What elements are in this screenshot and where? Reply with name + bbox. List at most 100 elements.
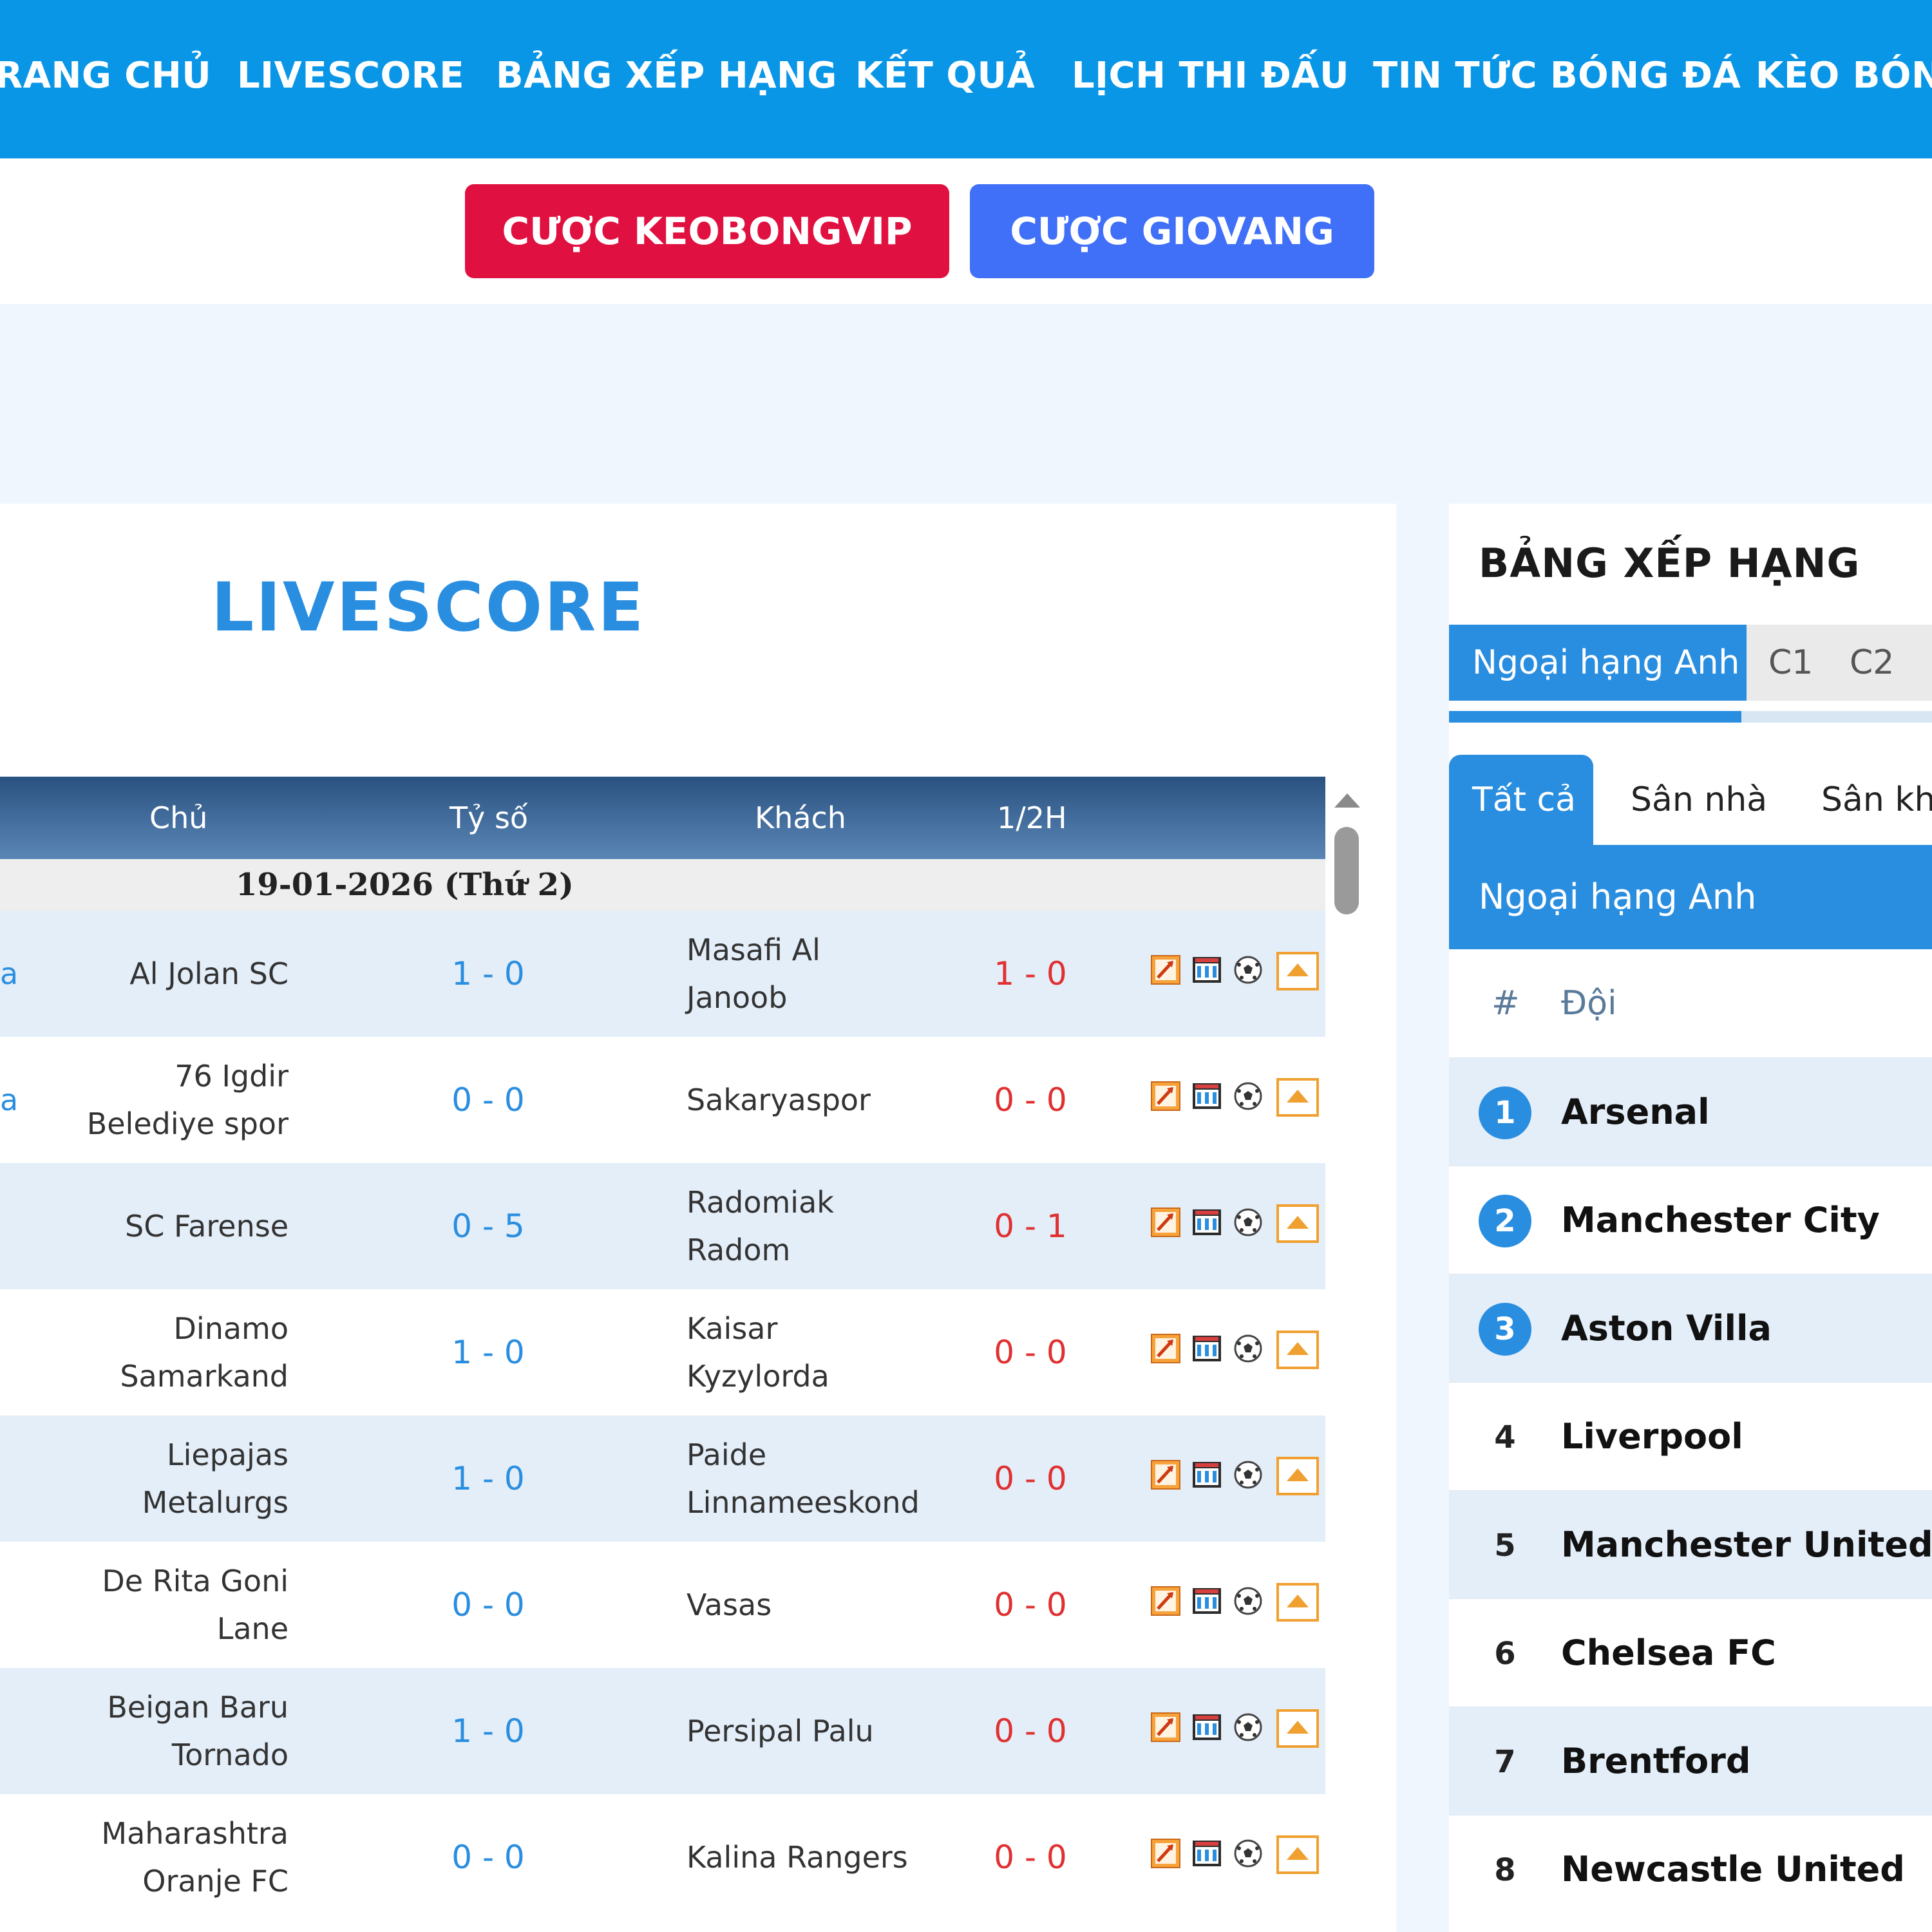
odds-chart-icon[interactable] xyxy=(1150,1333,1181,1364)
tab-away[interactable]: Sân kha xyxy=(1821,755,1932,845)
nav-betting-odds[interactable]: KÈO BÓNG xyxy=(1756,50,1932,102)
standings-row[interactable]: 6 Chelsea FC xyxy=(1449,1598,1932,1707)
away-team[interactable]: Sakaryaspor xyxy=(687,1037,944,1163)
away-team[interactable]: Vasas xyxy=(687,1542,944,1668)
expand-up-icon[interactable] xyxy=(1276,1331,1319,1369)
home-team[interactable]: 76 Igdir Belediye spor xyxy=(64,1037,289,1163)
standings-row[interactable]: 4 Liverpool xyxy=(1449,1382,1932,1490)
scroll-up-arrow-icon[interactable] xyxy=(1333,791,1361,810)
soccer-ball-icon[interactable] xyxy=(1233,954,1264,985)
match-score[interactable]: 0 - 5 xyxy=(425,1163,551,1289)
match-row[interactable]: Dinamo Samarkand 1 - 0 Kaisar Kyzylorda 0 - 0 xyxy=(0,1289,1325,1416)
match-row[interactable]: Beigan Baru Tornado 1 - 0 Persipal Palu 0 - … xyxy=(0,1668,1325,1794)
expand-up-icon[interactable] xyxy=(1276,1457,1319,1495)
nav-schedule[interactable]: LỊCH THI ĐẤU xyxy=(1072,50,1349,102)
away-team[interactable]: Radomiak Radom xyxy=(687,1163,944,1289)
match-score[interactable]: 0 - 0 xyxy=(425,1542,551,1668)
home-team[interactable]: De Rita Goni Lane xyxy=(64,1542,289,1668)
home-team[interactable]: Liepajas Metalurgs xyxy=(64,1416,289,1542)
tab-premier-league[interactable]: Ngoại hạng Anh xyxy=(1449,625,1747,701)
match-score[interactable]: 1 - 0 xyxy=(425,1416,551,1542)
team-name[interactable]: Arsenal xyxy=(1561,1058,1710,1166)
nav-livescore[interactable]: LIVESCORE xyxy=(237,50,464,102)
odds-chart-icon[interactable] xyxy=(1150,1081,1181,1112)
match-score[interactable]: 1 - 0 xyxy=(425,1289,551,1416)
standings-row[interactable]: 2 Manchester City xyxy=(1449,1166,1932,1274)
soccer-ball-icon[interactable] xyxy=(1233,1586,1264,1616)
expand-up-icon[interactable] xyxy=(1276,952,1319,990)
team-name[interactable]: Manchester United xyxy=(1561,1491,1932,1599)
expand-up-icon[interactable] xyxy=(1276,1709,1319,1748)
stats-table-icon[interactable] xyxy=(1191,1586,1222,1616)
away-team[interactable]: Paide Linnameeskond xyxy=(687,1416,944,1542)
standings-row[interactable]: 8 Newcastle United xyxy=(1449,1815,1932,1923)
standings-row[interactable]: 7 Brentford xyxy=(1449,1707,1932,1815)
odds-chart-icon[interactable] xyxy=(1150,1712,1181,1743)
away-team[interactable]: Masafi Al Janoob xyxy=(687,911,944,1037)
match-score[interactable]: 1 - 0 xyxy=(425,1668,551,1794)
team-name[interactable]: Brentford xyxy=(1561,1707,1751,1815)
stats-table-icon[interactable] xyxy=(1191,1459,1222,1490)
nav-news[interactable]: TIN TỨC BÓNG ĐÁ xyxy=(1373,50,1741,102)
nav-results[interactable]: KẾT QUẢ xyxy=(855,50,1035,102)
away-team[interactable]: Kaisar Kyzylorda xyxy=(687,1289,944,1416)
tab-c2[interactable]: C2 xyxy=(1850,625,1894,701)
home-team[interactable]: Dinamo Samarkand xyxy=(64,1289,289,1416)
expand-up-icon[interactable] xyxy=(1276,1835,1319,1874)
stats-table-icon[interactable] xyxy=(1191,954,1222,985)
match-score[interactable]: 0 - 0 xyxy=(425,1037,551,1163)
home-team[interactable]: Beigan Baru Tornado xyxy=(64,1668,289,1794)
soccer-ball-icon[interactable] xyxy=(1233,1333,1264,1364)
standings-row[interactable]: 3 Aston Villa xyxy=(1449,1274,1932,1382)
league-indicator[interactable]: a xyxy=(0,911,18,1037)
match-row[interactable]: SC Farense 0 - 5 Radomiak Radom 0 - 1 xyxy=(0,1163,1325,1289)
home-team[interactable]: SC Farense xyxy=(64,1163,289,1289)
stats-table-icon[interactable] xyxy=(1191,1712,1222,1743)
scrollbar-thumb[interactable] xyxy=(1334,827,1359,914)
match-row[interactable]: Liepajas Metalurgs 1 - 0 Paide Linnameeskond… xyxy=(0,1416,1325,1542)
tab-all[interactable]: Tất cả xyxy=(1449,755,1593,845)
home-team[interactable]: Al Jolan SC xyxy=(64,911,289,1037)
soccer-ball-icon[interactable] xyxy=(1233,1207,1264,1238)
odds-chart-icon[interactable] xyxy=(1150,1459,1181,1490)
standings-row[interactable]: 5 Manchester United xyxy=(1449,1490,1932,1598)
home-team[interactable]: Maharashtra Oranje FC xyxy=(64,1794,289,1920)
stats-table-icon[interactable] xyxy=(1191,1333,1222,1364)
expand-up-icon[interactable] xyxy=(1276,1204,1319,1243)
soccer-ball-icon[interactable] xyxy=(1233,1712,1264,1743)
match-score[interactable]: 0 - 0 xyxy=(425,1794,551,1920)
odds-chart-icon[interactable] xyxy=(1150,1838,1181,1869)
stats-table-icon[interactable] xyxy=(1191,1207,1222,1238)
soccer-ball-icon[interactable] xyxy=(1233,1081,1264,1112)
match-row[interactable]: a Al Jolan SC 1 - 0 Masafi Al Janoob 1 - 0 xyxy=(0,911,1325,1037)
team-name[interactable]: Newcastle United xyxy=(1561,1815,1905,1924)
team-name[interactable]: Aston Villa xyxy=(1561,1274,1772,1383)
promo-keobongvip-button[interactable]: CƯỢC KEOBONGVIP xyxy=(465,184,949,278)
nav-standings[interactable]: BẢNG XẾP HẠNG xyxy=(496,50,837,102)
league-tab-scroll-indicator[interactable] xyxy=(1449,711,1932,723)
odds-chart-icon[interactable] xyxy=(1150,1207,1181,1238)
odds-chart-icon[interactable] xyxy=(1150,1586,1181,1616)
soccer-ball-icon[interactable] xyxy=(1233,1838,1264,1869)
tab-c1[interactable]: C1 xyxy=(1768,625,1813,701)
stats-table-icon[interactable] xyxy=(1191,1081,1222,1112)
soccer-ball-icon[interactable] xyxy=(1233,1459,1264,1490)
expand-up-icon[interactable] xyxy=(1276,1078,1319,1117)
match-row[interactable]: Maharashtra Oranje FC 0 - 0 Kalina Rangers 0… xyxy=(0,1794,1325,1920)
league-indicator[interactable]: a xyxy=(0,1037,18,1163)
match-row[interactable]: De Rita Goni Lane 0 - 0 Vasas 0 - 0 xyxy=(0,1542,1325,1668)
promo-giovang-button[interactable]: CƯỢC GIOVANG xyxy=(970,184,1374,278)
expand-up-icon[interactable] xyxy=(1276,1583,1319,1622)
match-row[interactable]: a 76 Igdir Belediye spor 0 - 0 Sakaryaspor 0 … xyxy=(0,1037,1325,1163)
tab-home[interactable]: Sân nhà xyxy=(1631,755,1767,845)
stats-table-icon[interactable] xyxy=(1191,1838,1222,1869)
nav-home[interactable]: RANG CHỦ xyxy=(0,50,211,102)
match-score[interactable]: 1 - 0 xyxy=(425,911,551,1037)
team-name[interactable]: Liverpool xyxy=(1561,1383,1743,1491)
team-name[interactable]: Chelsea FC xyxy=(1561,1599,1776,1707)
team-name[interactable]: Manchester City xyxy=(1561,1166,1880,1274)
odds-chart-icon[interactable] xyxy=(1150,954,1181,985)
away-team[interactable]: Kalina Rangers xyxy=(687,1794,944,1920)
away-team[interactable]: Persipal Palu xyxy=(687,1668,944,1794)
standings-row[interactable]: 1 Arsenal xyxy=(1449,1057,1932,1166)
